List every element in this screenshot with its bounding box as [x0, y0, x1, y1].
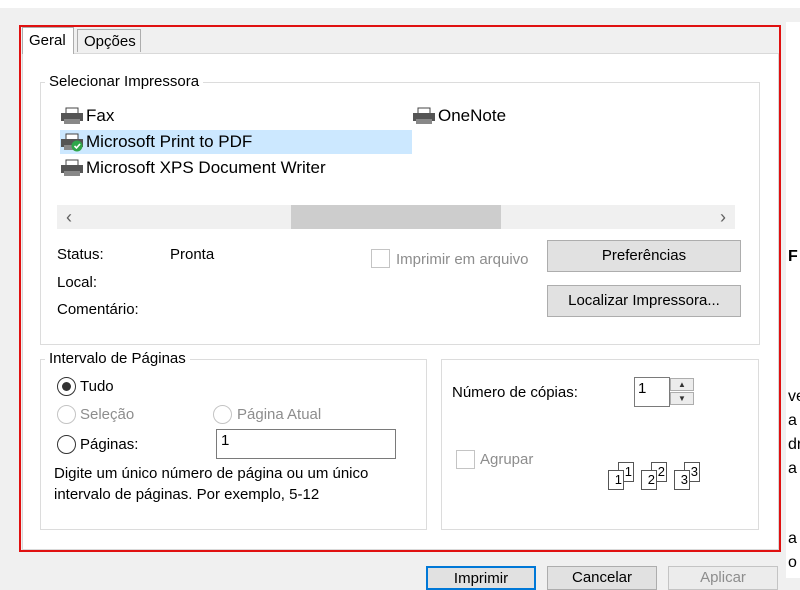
apply-button[interactable]: Aplicar — [668, 566, 778, 590]
print-button[interactable]: Imprimir — [426, 566, 536, 590]
bg-letter: dr — [788, 436, 800, 453]
bg-letter: a — [788, 530, 797, 547]
bg-letter: o — [788, 554, 797, 571]
cancel-button[interactable]: Cancelar — [547, 566, 657, 590]
bg-letter: a — [788, 412, 797, 429]
highlight-frame — [19, 25, 781, 552]
title-bar — [0, 0, 800, 8]
bg-letter: ve — [788, 388, 800, 405]
bg-letter: a — [788, 460, 797, 477]
background-document: F ve a dr a a o — [786, 22, 800, 578]
bg-letter: F — [788, 248, 798, 265]
tab-general[interactable]: Geral — [22, 27, 74, 54]
